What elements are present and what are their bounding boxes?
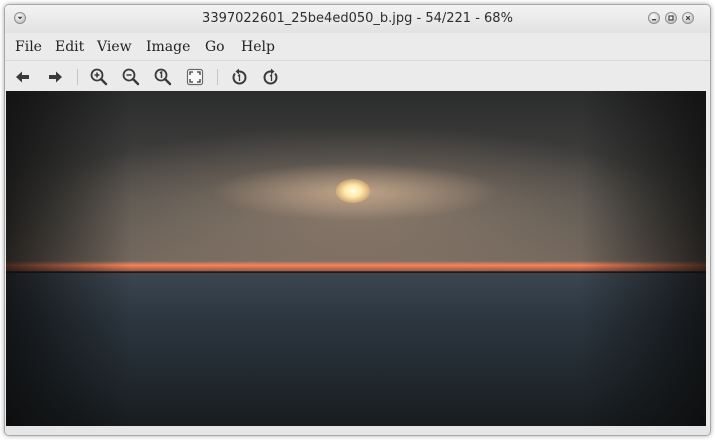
zoom-fit-icon <box>186 68 204 86</box>
toolbar-separator <box>77 69 78 85</box>
arrow-left-icon <box>16 71 29 83</box>
back-button[interactable] <box>13 67 33 87</box>
menu-edit[interactable]: Edit <box>55 39 84 55</box>
toolbar <box>5 60 710 93</box>
forward-button[interactable] <box>45 67 65 87</box>
zoom-100-icon <box>154 68 172 86</box>
menu-help[interactable]: Help <box>241 39 275 55</box>
zoom-normal-button[interactable] <box>153 67 173 87</box>
zoom-fit-button[interactable] <box>185 67 205 87</box>
menu-file[interactable]: File <box>15 39 42 55</box>
rotate-left-button[interactable] <box>229 67 249 87</box>
zoom-out-button[interactable] <box>121 67 141 87</box>
rotate-ccw-icon <box>232 68 247 85</box>
zoom-in-button[interactable] <box>89 67 109 87</box>
rotate-cw-icon <box>263 68 278 85</box>
arrow-right-icon <box>49 71 62 83</box>
menu-go[interactable]: Go <box>205 39 225 55</box>
menu-image[interactable]: Image <box>146 39 190 55</box>
image-viewer-window: 3397022601_25be4ed050_b.jpg - 54/221 - 6… <box>4 4 711 436</box>
minimize-button[interactable] <box>648 12 660 24</box>
rotate-right-button[interactable] <box>261 67 281 87</box>
toolbar-separator <box>217 69 218 85</box>
menu-bar: File Edit View Image Go Help <box>5 34 710 59</box>
photo-vignette <box>6 91 706 426</box>
title-bar[interactable]: 3397022601_25be4ed050_b.jpg - 54/221 - 6… <box>5 5 710 33</box>
status-bar <box>5 426 710 435</box>
image-canvas[interactable] <box>6 91 706 426</box>
zoom-in-icon <box>90 68 108 86</box>
minimize-icon <box>652 19 656 21</box>
close-button[interactable] <box>682 12 694 24</box>
menu-view[interactable]: View <box>97 39 132 55</box>
close-icon <box>685 15 691 21</box>
maximize-icon <box>668 15 674 21</box>
window-title: 3397022601_25be4ed050_b.jpg - 54/221 - 6… <box>202 11 513 26</box>
maximize-button[interactable] <box>665 12 677 24</box>
zoom-out-icon <box>122 68 140 86</box>
